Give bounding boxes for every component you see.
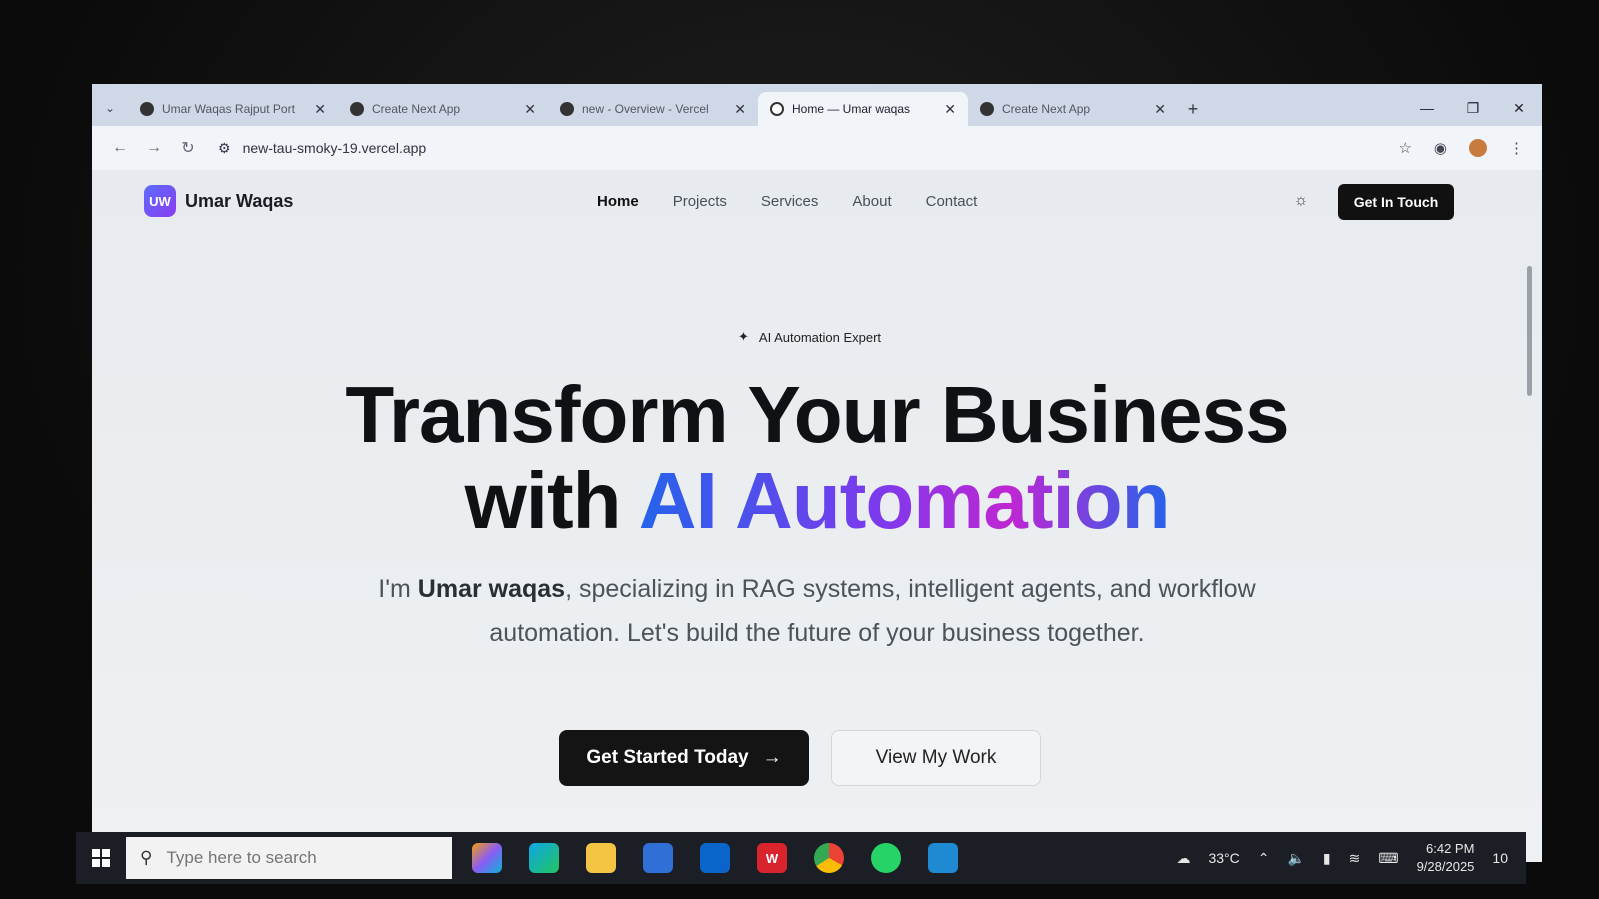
close-icon[interactable]: ✕ [1154,101,1166,118]
logo-badge[interactable]: UW [144,185,176,217]
pinned-apps: W [472,843,958,873]
chevron-up-icon[interactable]: ⌃ [1258,850,1270,867]
clock[interactable]: 6:42 PM 9/28/2025 [1417,840,1475,876]
get-started-label: Get Started Today [586,747,749,768]
sun-theme-toggle-icon[interactable]: ☼ [1290,190,1312,212]
tab-4[interactable]: Create Next App ✕ [968,92,1178,126]
store-icon[interactable] [643,843,673,873]
close-icon[interactable]: ✕ [734,101,746,118]
window-controls: — ❐ ✕ [1404,90,1542,126]
taskbar-search-input[interactable] [164,847,369,869]
url-text: new-tau-smoky-19.vercel.app [242,140,427,156]
window-close-icon[interactable]: ✕ [1496,100,1542,117]
tab-0[interactable]: Umar Waqas Rajput Port ✕ [128,92,338,126]
nav-contact[interactable]: Contact [926,193,978,210]
tab-2[interactable]: new - Overview - Vercel ✕ [548,92,758,126]
vercel-icon [980,102,994,116]
date: 9/28/2025 [1416,859,1475,874]
subtitle-name: Umar waqas [417,575,566,603]
notification-count[interactable]: 10 [1492,850,1508,866]
copilot-icon[interactable] [472,843,502,873]
back-arrow-icon[interactable]: ← [110,139,130,157]
nav-projects[interactable]: Projects [673,193,727,210]
get-started-button[interactable]: Get Started Today → [559,730,809,786]
tab-title: Umar Waqas Rajput Port [162,102,295,116]
chrome-icon[interactable] [814,843,844,873]
tab-strip: ⌄ Umar Waqas Rajput Port ✕ Create Next Ap… [92,84,1542,126]
nav-services[interactable]: Services [761,193,819,210]
restore-icon[interactable]: ❐ [1450,100,1496,117]
tab-title: Home — Umar waqas [792,102,911,116]
new-tab-plus-icon[interactable]: + [1178,92,1208,126]
browser-window: ⌄ Umar Waqas Rajput Port ✕ Create Next Ap… [92,84,1542,862]
headline-with: with [464,456,622,545]
headline-gradient-text: AI Automation [638,456,1171,545]
globe-icon [770,102,784,116]
edge-icon[interactable] [529,843,559,873]
temperature[interactable]: 33°C [1208,850,1239,866]
tab-title: Create Next App [372,102,461,116]
tab-title: new - Overview - Vercel [582,102,709,116]
webpage: UW Umar Waqas Home Projects Services Abo… [92,170,1542,862]
address-bar-row: ← → ↻ ⚙ new-tau-smoky-19.vercel.app ☆ ◉ … [92,126,1542,170]
profile-avatar[interactable] [1469,139,1487,157]
time: 6:42 PM [1426,841,1475,856]
tab-3[interactable]: Home — Umar waqas ✕ [758,92,968,126]
reload-icon[interactable]: ↻ [178,138,198,158]
site-header: UW Umar Waqas Home Projects Services Abo… [92,170,1542,232]
logo-name[interactable]: Umar Waqas [185,191,293,212]
headline-line-2: with AI Automation [92,458,1542,544]
minimize-icon[interactable]: — [1404,100,1450,116]
bookmark-star-icon[interactable]: ☆ [1398,139,1411,157]
battery-icon[interactable]: ▮ [1323,850,1331,867]
tab-search-chevron-icon[interactable]: ⌄ [92,90,128,126]
vercel-icon [560,102,574,116]
nav-home[interactable]: Home [597,193,639,210]
extensions-icon[interactable]: ◉ [1434,139,1447,157]
system-tray: ☁ 33°C ⌃ 🔈 ▮ ≋ ⌨ 6:42 PM 9/28/2025 10 [1176,840,1526,876]
start-button[interactable] [76,832,126,884]
windows-taskbar: ⚲ W ☁ 33°C ⌃ 🔈 ▮ ≋ ⌨ 6:42 PM 9/28/2025 1… [76,832,1526,884]
hero-subtitle: I'm Umar waqas, specializing in RAG syst… [367,567,1267,655]
windows-logo-icon [92,849,110,867]
more-menu-icon[interactable]: ⋮ [1509,139,1524,157]
forward-arrow-icon[interactable]: → [144,139,164,157]
close-icon[interactable]: ✕ [524,101,536,118]
file-explorer-icon[interactable] [586,843,616,873]
main-nav: Home Projects Services About Contact [597,170,977,232]
badge-label: AI Automation Expert [758,329,882,345]
hero-buttons: Get Started Today → View My Work [559,730,1041,786]
vercel-icon [350,102,364,116]
close-icon[interactable]: ✕ [314,101,326,118]
volume-icon[interactable]: 🔈 [1287,850,1304,867]
subtitle-rest: , specializing in RAG systems, intellige… [489,575,1256,647]
wps-office-icon[interactable]: W [757,843,787,873]
weather-icon[interactable]: ☁ [1176,850,1190,867]
headline-line-1: Transform Your Business [345,370,1289,459]
keyboard-icon[interactable]: ⌨ [1378,850,1398,867]
close-icon[interactable]: ✕ [944,101,956,118]
taskbar-search[interactable]: ⚲ [126,837,452,879]
tab-1[interactable]: Create Next App ✕ [338,92,548,126]
vercel-icon [140,102,154,116]
search-icon: ⚲ [140,848,153,867]
site-info-icon[interactable]: ⚙ [218,140,231,157]
page-scrollbar[interactable] [1527,266,1532,396]
toolbar-right: ☆ ◉ ⋮ [1398,139,1524,157]
tab-title: Create Next App [1002,102,1091,116]
whatsapp-icon[interactable] [871,843,901,873]
subtitle-prefix: I'm [378,575,411,603]
arrow-right-icon: → [762,747,782,768]
hero-headline: Transform Your Business with AI Automati… [92,372,1542,544]
nav-about[interactable]: About [852,193,891,210]
get-in-touch-button[interactable]: Get In Touch [1338,184,1454,220]
outlook-icon[interactable] [700,843,730,873]
expert-badge: ✦ AI Automation Expert [722,322,897,352]
url-bar[interactable]: ⚙ new-tau-smoky-19.vercel.app [212,133,1384,163]
wifi-icon[interactable]: ≋ [1349,850,1361,867]
view-my-work-button[interactable]: View My Work [831,730,1041,786]
sparkle-icon: ✦ [738,329,749,344]
vscode-icon[interactable] [928,843,958,873]
